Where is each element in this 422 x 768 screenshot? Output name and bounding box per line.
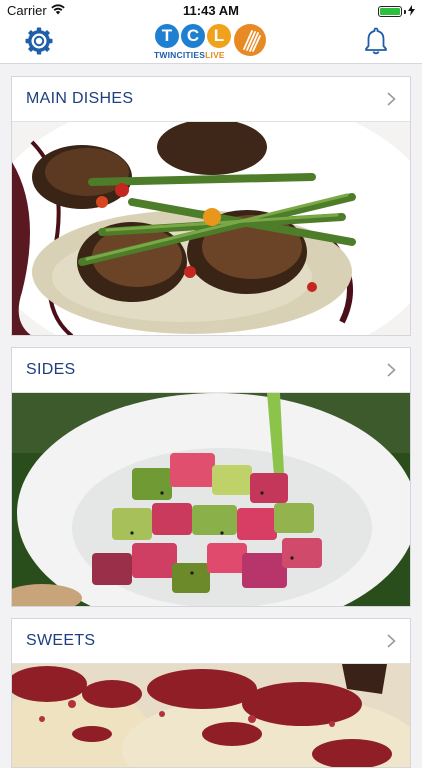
sweets-image — [12, 664, 410, 767]
category-header[interactable]: SWEETS — [12, 619, 410, 664]
category-card-main-dishes[interactable]: MAIN DISHES — [11, 76, 411, 336]
charging-icon — [408, 4, 415, 19]
battery-level — [380, 8, 400, 15]
status-right — [378, 4, 415, 19]
category-header[interactable]: MAIN DISHES — [12, 77, 410, 122]
app-logo: T C L TWINCITIESLIVE — [154, 24, 268, 62]
gear-icon — [25, 27, 53, 55]
logo-letter-t: T — [155, 24, 179, 48]
logo-subtitle-twincities: TWINCITIES — [154, 50, 206, 60]
logo-letter-l: L — [207, 24, 231, 48]
category-title: SWEETS — [26, 632, 96, 649]
status-bar: Carrier 11:43 AM — [0, 0, 422, 22]
category-card-sides[interactable]: SIDES — [11, 347, 411, 607]
fork-knife-logo-icon — [234, 24, 266, 56]
category-card-sweets[interactable]: SWEETS — [11, 618, 411, 768]
battery-icon — [378, 6, 402, 17]
notifications-button[interactable] — [363, 26, 389, 56]
category-title: SIDES — [26, 361, 76, 378]
chevron-right-icon — [387, 634, 396, 648]
sides-image — [12, 393, 410, 606]
category-title: MAIN DISHES — [26, 90, 134, 107]
bell-icon — [365, 27, 387, 55]
battery-tip — [404, 9, 406, 14]
status-time: 11:43 AM — [183, 3, 239, 18]
logo-letter-c: C — [181, 24, 205, 48]
chevron-right-icon — [387, 363, 396, 377]
chevron-right-icon — [387, 92, 396, 106]
main-dishes-image — [12, 122, 410, 335]
logo-subtitle-live: LIVE — [205, 50, 225, 60]
category-header[interactable]: SIDES — [12, 348, 410, 393]
nav-bar: T C L TWINCITIESLIVE — [0, 22, 422, 64]
settings-button[interactable] — [24, 26, 54, 56]
logo-letters: T C L — [155, 24, 231, 48]
logo-subtitle: TWINCITIESLIVE — [154, 50, 225, 60]
